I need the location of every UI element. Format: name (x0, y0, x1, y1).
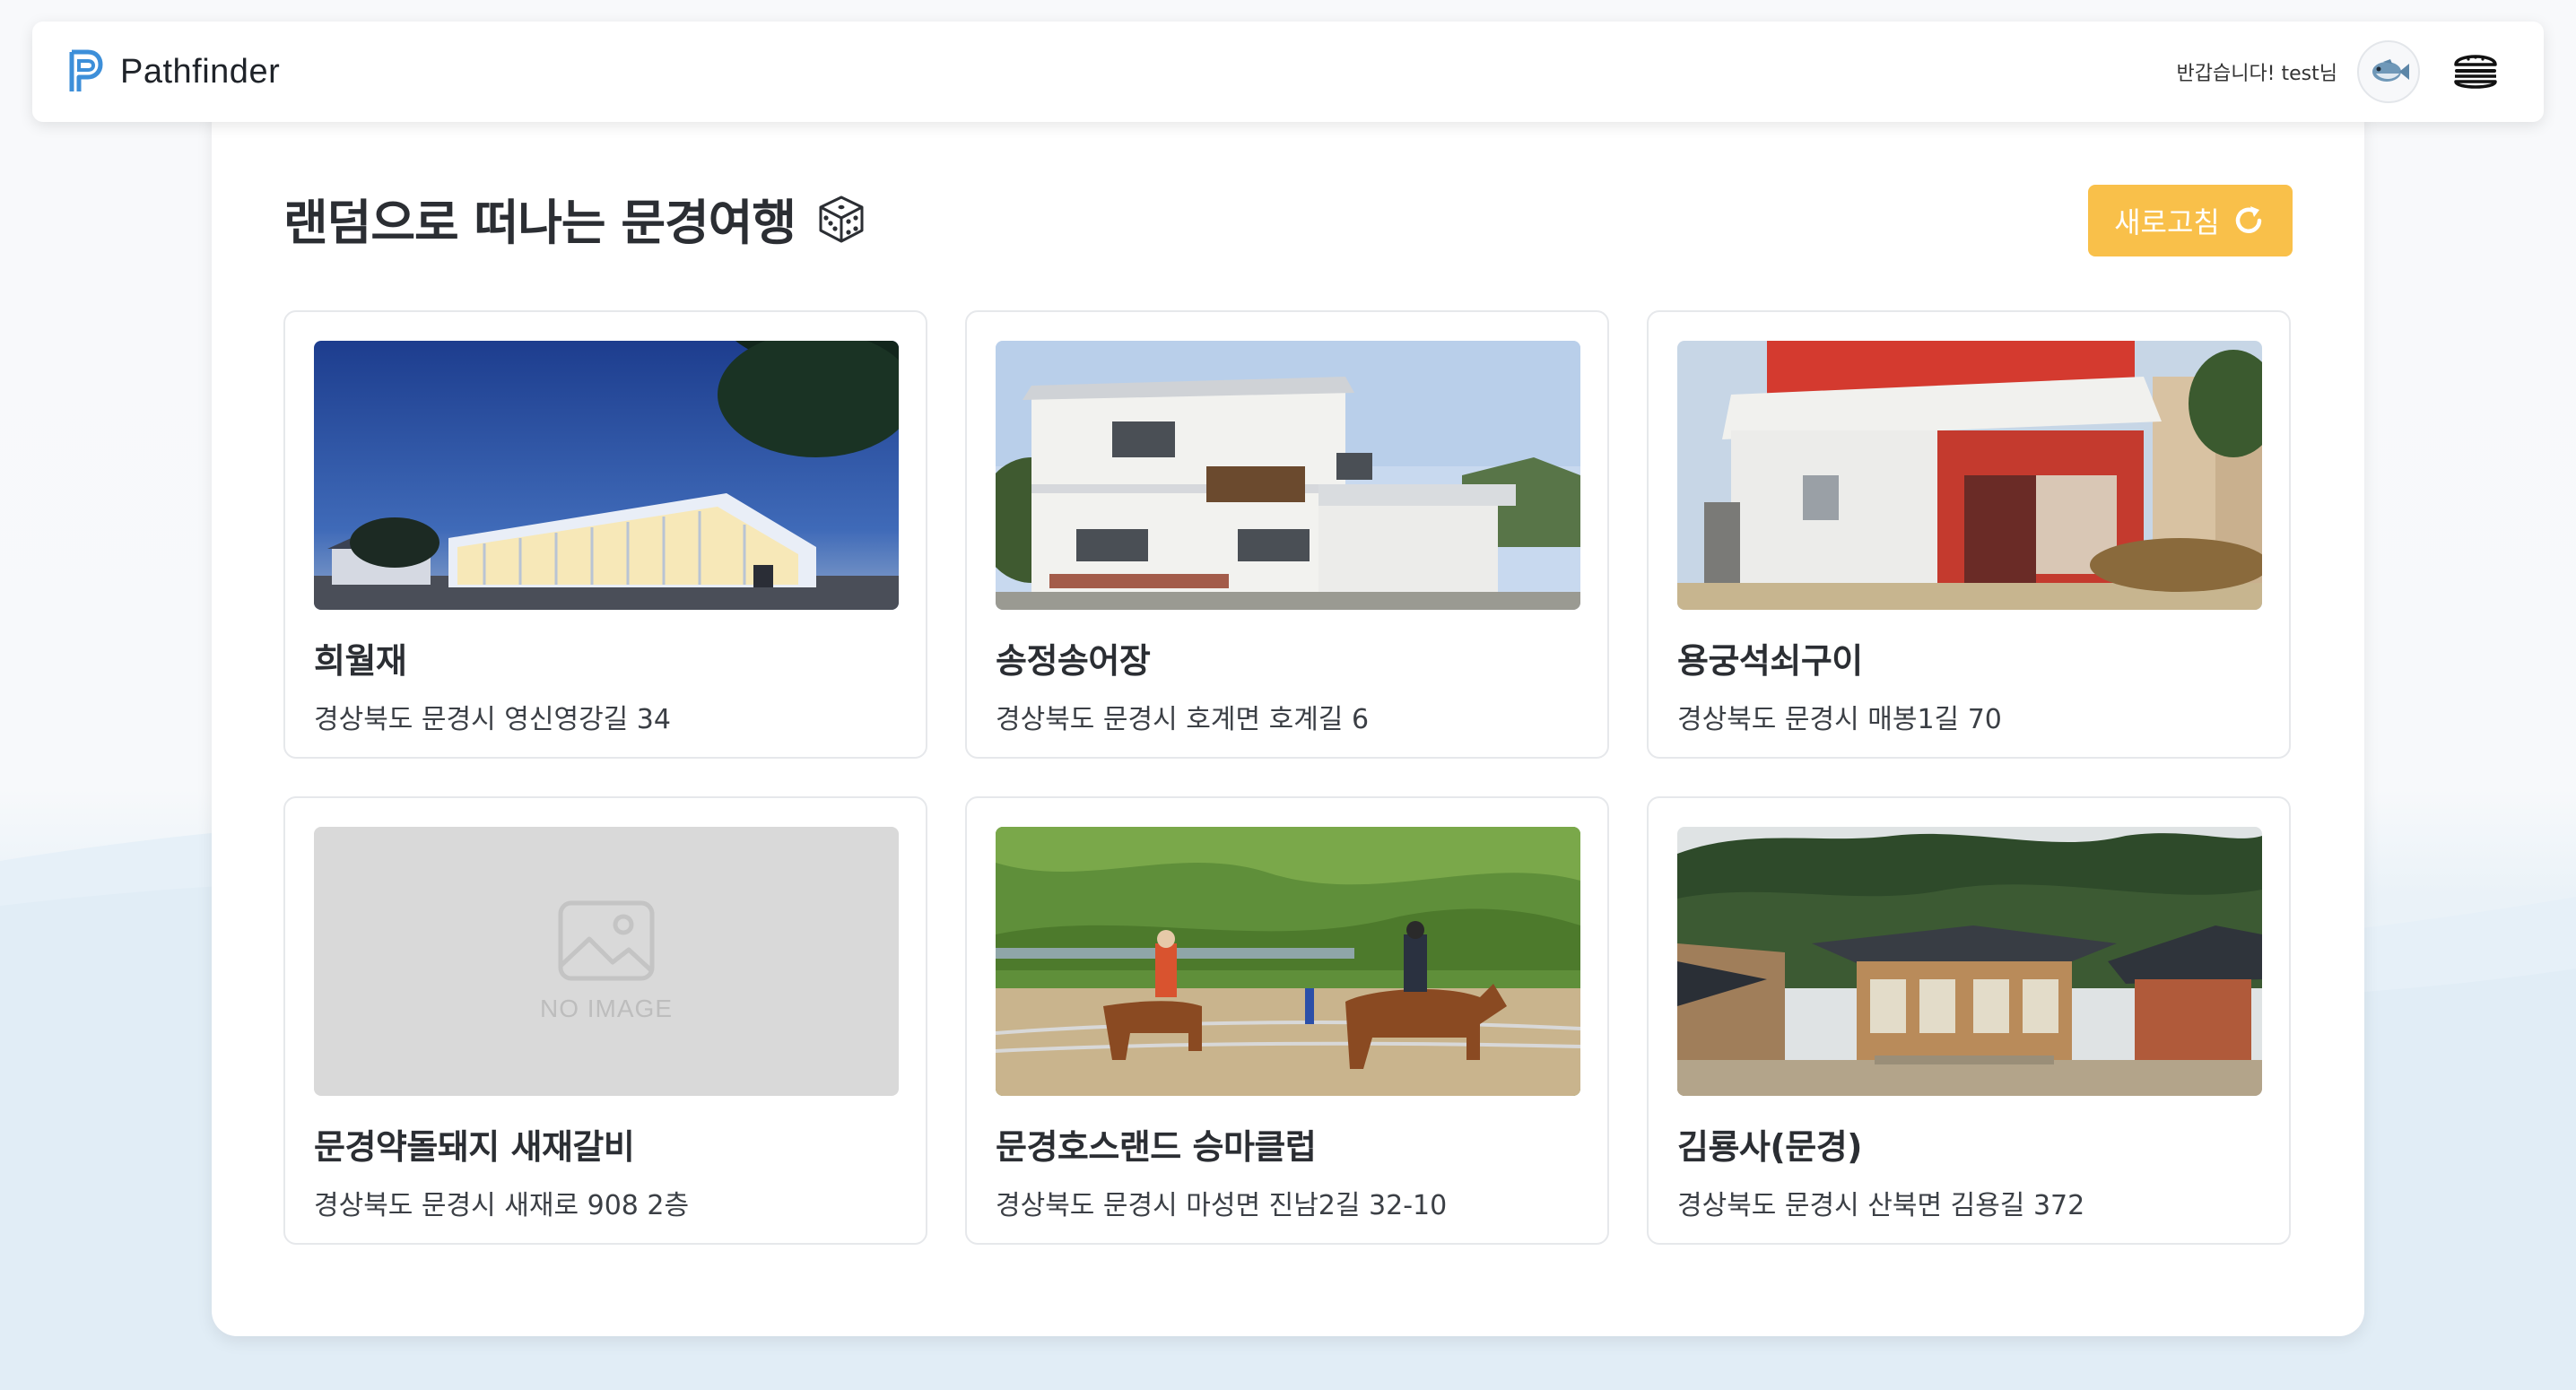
page-title: 랜덤으로 떠나는 문경여행 (283, 195, 796, 251)
place-address: 경상북도 문경시 영신영강길 34 (314, 704, 671, 735)
place-name: 희월재 (314, 641, 407, 681)
dice-icon (819, 195, 864, 242)
greeting-text: 반갑습니다! test님 (2176, 63, 2337, 85)
place-image (1677, 341, 2262, 610)
place-image-placeholder: NO IMAGE (314, 827, 899, 1096)
place-image (314, 341, 899, 610)
place-address: 경상북도 문경시 마성면 진남2길 32-10 (996, 1190, 1448, 1221)
place-address: 경상북도 문경시 호계면 호계길 6 (996, 704, 1370, 735)
refresh-label: 새로고침 (2114, 206, 2220, 239)
hamburger-menu-icon (2454, 55, 2497, 89)
place-grid: 희월재 경상북도 문경시 영신영강길 34 송정송어장 경상북도 문경시 호계면… (283, 310, 2291, 1245)
place-image (1677, 827, 2262, 1096)
place-address: 경상북도 문경시 새재로 908 2층 (314, 1190, 690, 1221)
top-header: Pathfinder 반갑습니다! test님 (32, 22, 2544, 122)
refresh-icon (2235, 206, 2262, 233)
user-avatar[interactable] (2357, 40, 2420, 103)
place-address: 경상북도 문경시 산북면 김용길 372 (1677, 1190, 2085, 1221)
place-card[interactable]: 용궁석쇠구이 경상북도 문경시 매봉1길 70 (1647, 310, 2291, 759)
place-name: 김룡사(문경) (1677, 1127, 1863, 1167)
place-image (996, 341, 1580, 610)
place-name: 용궁석쇠구이 (1677, 641, 1863, 681)
place-card[interactable]: 희월재 경상북도 문경시 영신영강길 34 (283, 310, 927, 759)
place-image (996, 827, 1580, 1096)
place-name: 문경호스랜드 승마클럽 (996, 1127, 1317, 1167)
place-card[interactable]: 송정송어장 경상북도 문경시 호계면 호계길 6 (965, 310, 1609, 759)
no-image-label: NO IMAGE (539, 995, 673, 1022)
menu-button[interactable] (2447, 43, 2504, 100)
place-card[interactable]: NO IMAGE 문경약돌돼지 새재갈비 경상북도 문경시 새재로 908 2층 (283, 796, 927, 1245)
refresh-button[interactable]: 새로고침 (2088, 185, 2293, 256)
place-card[interactable]: 문경호스랜드 승마클럽 경상북도 문경시 마성면 진남2길 32-10 (965, 796, 1609, 1245)
app-name: Pathfinder (120, 52, 281, 91)
place-card[interactable]: 김룡사(문경) 경상북도 문경시 산북면 김용길 372 (1647, 796, 2291, 1245)
place-name: 송정송어장 (996, 641, 1151, 681)
random-trip-panel: 랜덤으로 떠나는 문경여행 새로고침 희월재 경상북도 문경시 영신영강길 34… (212, 99, 2364, 1336)
image-placeholder-icon (558, 900, 655, 981)
brand[interactable]: Pathfinder (66, 48, 280, 95)
place-name: 문경약돌돼지 새재갈비 (314, 1127, 635, 1167)
fish-avatar-icon (2372, 59, 2409, 82)
place-address: 경상북도 문경시 매봉1길 70 (1677, 704, 2002, 735)
pathfinder-logo-icon (69, 49, 103, 91)
panel-header: 랜덤으로 떠나는 문경여행 (283, 183, 867, 254)
